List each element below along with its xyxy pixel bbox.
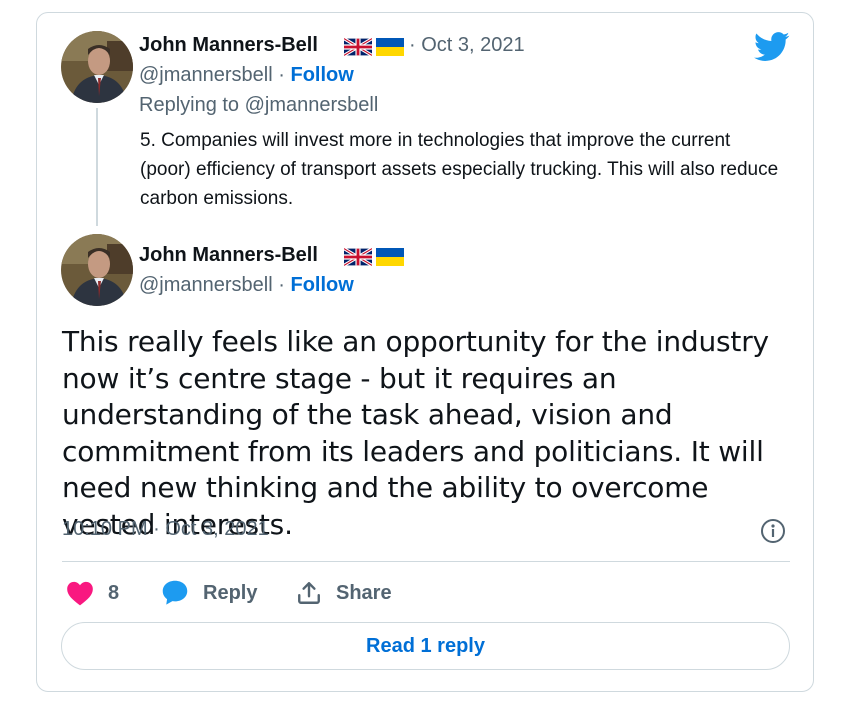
avatar[interactable] [61,31,133,103]
replying-to[interactable]: Replying to @jmannersbell [139,94,378,117]
uk-flag-icon [344,38,372,56]
main-tweet-text: This really feels like an opportunity fo… [62,325,769,541]
info-icon[interactable] [760,518,786,544]
ukraine-flag-icon [376,38,404,56]
share-button[interactable]: Share [296,577,392,609]
author-handle-row: @jmannersbell · Follow [139,274,354,297]
tweet-timestamp[interactable]: 10:10 PM · Oct 3, 2021 [62,518,269,541]
reply-label: Reply [203,581,258,604]
author-handle-row: @jmannersbell · Follow [139,64,354,87]
separator: · [278,64,285,86]
like-button[interactable]: 8 [66,577,119,609]
twitter-bird-icon[interactable] [754,32,790,62]
author-name[interactable]: John Manners-Bell [139,244,318,267]
share-upload-icon [298,582,320,604]
author-handle[interactable]: @jmannersbell [139,274,273,296]
like-count: 8 [108,581,120,604]
read-replies-button[interactable]: Read 1 reply [61,622,790,670]
author-handle[interactable]: @jmannersbell [139,64,273,86]
heart-icon [67,581,93,606]
author-flags [344,38,404,56]
author-name[interactable]: John Manners-Bell [139,34,318,57]
avatar[interactable] [61,234,133,306]
parent-tweet-text: 5. Companies will invest more in technol… [140,130,779,209]
follow-button[interactable]: Follow [291,274,354,296]
author-flags [344,248,404,266]
reply-button[interactable]: Reply [161,577,257,609]
uk-flag-icon [344,248,372,266]
separator: · [278,274,285,296]
thread-connector-line [96,108,98,226]
follow-button[interactable]: Follow [291,64,354,86]
speech-bubble-icon [162,580,188,605]
ukraine-flag-icon [376,248,404,266]
read-replies-label: Read 1 reply [366,634,485,657]
tweet-date[interactable]: · Oct 3, 2021 [409,34,525,57]
divider [62,561,790,562]
share-label: Share [336,581,392,604]
